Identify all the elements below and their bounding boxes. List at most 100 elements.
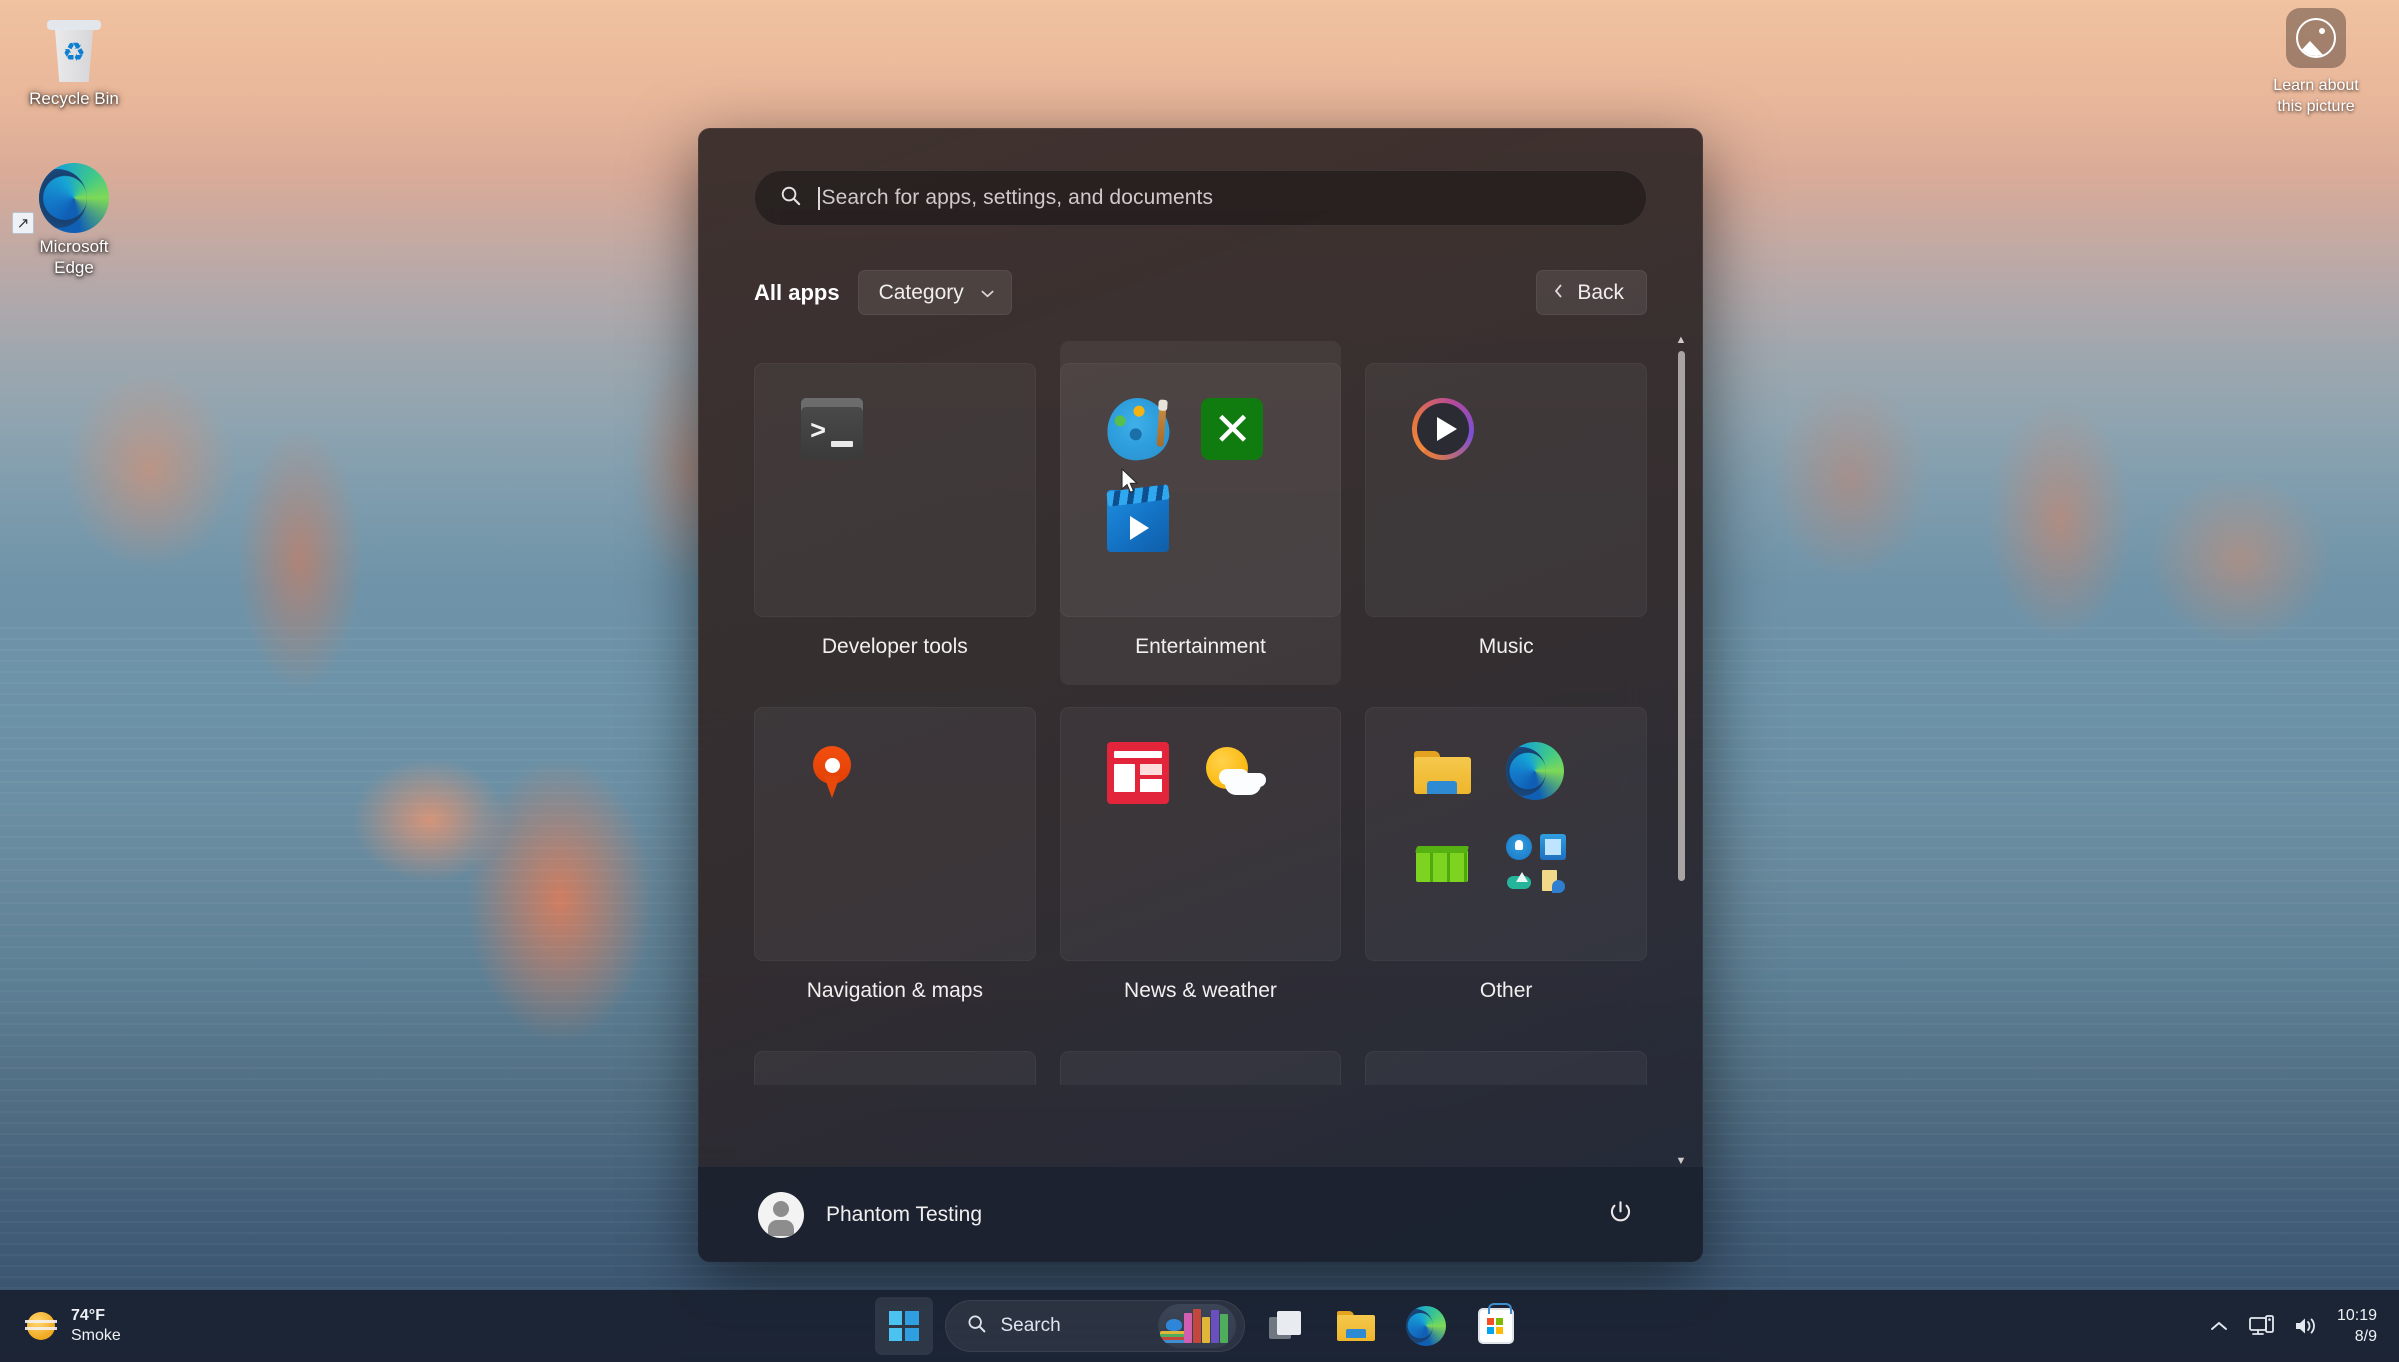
- terminal-icon: [801, 398, 863, 460]
- start-menu-header: All apps Category Back: [698, 226, 1703, 315]
- maps-icon: [801, 742, 863, 804]
- start-menu-search-input[interactable]: Search for apps, settings, and documents: [754, 170, 1647, 226]
- chevron-up-icon[interactable]: [2208, 1319, 2230, 1333]
- start-menu-search-row: Search for apps, settings, and documents: [698, 128, 1703, 226]
- taskbar-search-box[interactable]: Search: [944, 1300, 1245, 1352]
- taskbar-task-view-button[interactable]: [1257, 1297, 1315, 1355]
- start-menu-panel: Search for apps, settings, and documents…: [698, 128, 1703, 1262]
- media-player-icon: [1412, 398, 1475, 460]
- search-icon: [779, 184, 802, 212]
- taskbar-microsoft-edge-button[interactable]: [1397, 1297, 1455, 1355]
- text-caret: [818, 186, 820, 210]
- weather-condition: Smoke: [71, 1327, 121, 1344]
- category-tile-icons: [754, 707, 1036, 961]
- category-tile-label: Developer tools: [821, 635, 968, 658]
- desktop-icon-microsoft-edge[interactable]: ↗ Microsoft Edge: [10, 160, 138, 279]
- category-tile-label: Other: [1479, 979, 1533, 1002]
- recycle-bin-icon: ♻: [10, 12, 138, 88]
- category-dropdown-label: Category: [878, 280, 964, 304]
- weather-icon: [1201, 742, 1263, 804]
- category-tile-entertainment[interactable]: ✕ Entertainment: [1059, 341, 1342, 685]
- all-apps-title: All apps: [754, 279, 840, 305]
- taskbar-search-label: Search: [1000, 1315, 1061, 1336]
- desktop-icon-recycle-bin[interactable]: ♻ Recycle Bin: [10, 12, 138, 109]
- category-tile-navigation-maps[interactable]: Navigation & maps: [754, 685, 1036, 1029]
- clock-date: 8/9: [2354, 1328, 2377, 1345]
- shortcut-arrow-icon: ↗: [12, 212, 34, 234]
- taskbar-file-explorer-button[interactable]: [1327, 1297, 1385, 1355]
- start-menu-scrollbar[interactable]: ▲ ▼: [1675, 335, 1687, 1167]
- desktop-icon-label-line2: Edge: [54, 258, 94, 278]
- category-tile-partial[interactable]: [1059, 1051, 1342, 1085]
- weather-temperature: 74°F: [71, 1306, 105, 1324]
- user-account-button[interactable]: Phantom Testing: [758, 1191, 983, 1238]
- scrollbar-thumb[interactable]: [1677, 351, 1685, 881]
- power-button[interactable]: [1597, 1192, 1643, 1238]
- taskbar: 74°F Smoke Search 10:19 8/9: [0, 1290, 2399, 1362]
- taskbar-weather-widget[interactable]: 74°F Smoke: [0, 1290, 139, 1362]
- category-cell: Music: [1365, 341, 1647, 685]
- start-menu-search-placeholder: Search for apps, settings, and documents: [821, 186, 1214, 209]
- user-avatar-icon: [758, 1191, 804, 1238]
- learn-widget-line2: this picture: [2277, 97, 2355, 115]
- network-icon[interactable]: [2248, 1314, 2275, 1338]
- power-icon: [1607, 1199, 1634, 1231]
- volume-icon[interactable]: [2293, 1315, 2319, 1337]
- chevron-down-icon: [980, 281, 995, 305]
- category-tile-other[interactable]: Other: [1365, 685, 1647, 1029]
- category-grid-row-partial: [754, 1051, 1647, 1085]
- category-tile-partial[interactable]: [754, 1051, 1036, 1085]
- microsoft-edge-icon: [1506, 742, 1568, 804]
- scrollbar-track[interactable]: [1677, 349, 1685, 1152]
- clock-time: 10:19: [2336, 1306, 2377, 1324]
- microsoft-edge-icon: ↗: [10, 160, 138, 236]
- triangle-up-icon[interactable]: ▲: [1676, 335, 1687, 346]
- task-view-icon: [1268, 1311, 1303, 1341]
- excel-icon: [1412, 834, 1474, 896]
- category-tile-developer-tools[interactable]: Developer tools: [754, 341, 1036, 685]
- microsoft-store-icon: [1477, 1303, 1514, 1344]
- category-tile-icons: [754, 363, 1036, 617]
- xbox-icon: ✕: [1200, 398, 1263, 460]
- taskbar-clock[interactable]: 10:19 8/9: [2337, 1305, 2377, 1347]
- paint-icon: [1102, 393, 1173, 465]
- search-icon: [966, 1313, 987, 1340]
- smoke-weather-icon: [24, 1309, 58, 1343]
- weather-text: 74°F Smoke: [71, 1306, 121, 1347]
- file-explorer-icon: [1412, 742, 1474, 804]
- windows-logo-icon: [888, 1311, 919, 1341]
- category-tile-label: News & weather: [1124, 979, 1277, 1002]
- back-button-label: Back: [1577, 280, 1624, 304]
- category-cell: ✕ Entertainment: [1059, 341, 1342, 685]
- category-cell: Other: [1365, 685, 1647, 1029]
- category-tile-label: Navigation & maps: [806, 979, 983, 1002]
- triangle-down-icon[interactable]: ▼: [1676, 1156, 1687, 1167]
- category-tile-icons: [1059, 707, 1342, 961]
- category-tile-label: Entertainment: [1135, 635, 1266, 658]
- taskbar-microsoft-store-button[interactable]: [1467, 1297, 1525, 1355]
- category-cell: Navigation & maps: [754, 685, 1036, 1029]
- news-icon: [1106, 742, 1169, 804]
- category-tile-music[interactable]: Music: [1365, 341, 1647, 685]
- file-explorer-icon: [1336, 1310, 1375, 1342]
- chevron-left-icon: [1553, 281, 1564, 305]
- category-cell: Developer tools: [754, 341, 1036, 685]
- learn-about-this-picture-widget[interactable]: Learn about this picture: [2241, 8, 2391, 118]
- back-button[interactable]: Back: [1536, 270, 1647, 315]
- start-menu-search-placeholder-wrap: Search for apps, settings, and documents: [818, 186, 1213, 210]
- movies-tv-icon: [1106, 490, 1169, 552]
- category-grid: Developer tools ✕ Entertainment: [754, 341, 1647, 1029]
- taskbar-system-tray: 10:19 8/9: [2208, 1305, 2399, 1347]
- learn-widget-line1: Learn about: [2273, 77, 2359, 94]
- category-tile-label: Music: [1478, 635, 1534, 658]
- books-image: [1157, 1304, 1236, 1348]
- start-menu-category-grid-area: Developer tools ✕ Entertainment: [698, 315, 1703, 1166]
- category-tile-icons: [1365, 363, 1647, 617]
- multi-apps-icon: [1506, 834, 1568, 896]
- category-dropdown[interactable]: Category: [857, 270, 1012, 315]
- category-tile-news-weather[interactable]: News & weather: [1059, 685, 1342, 1029]
- start-button[interactable]: [874, 1297, 933, 1355]
- start-menu-footer: Phantom Testing: [698, 1166, 1703, 1262]
- category-tile-partial[interactable]: [1365, 1051, 1647, 1085]
- user-name-label: Phantom Testing: [826, 1202, 983, 1226]
